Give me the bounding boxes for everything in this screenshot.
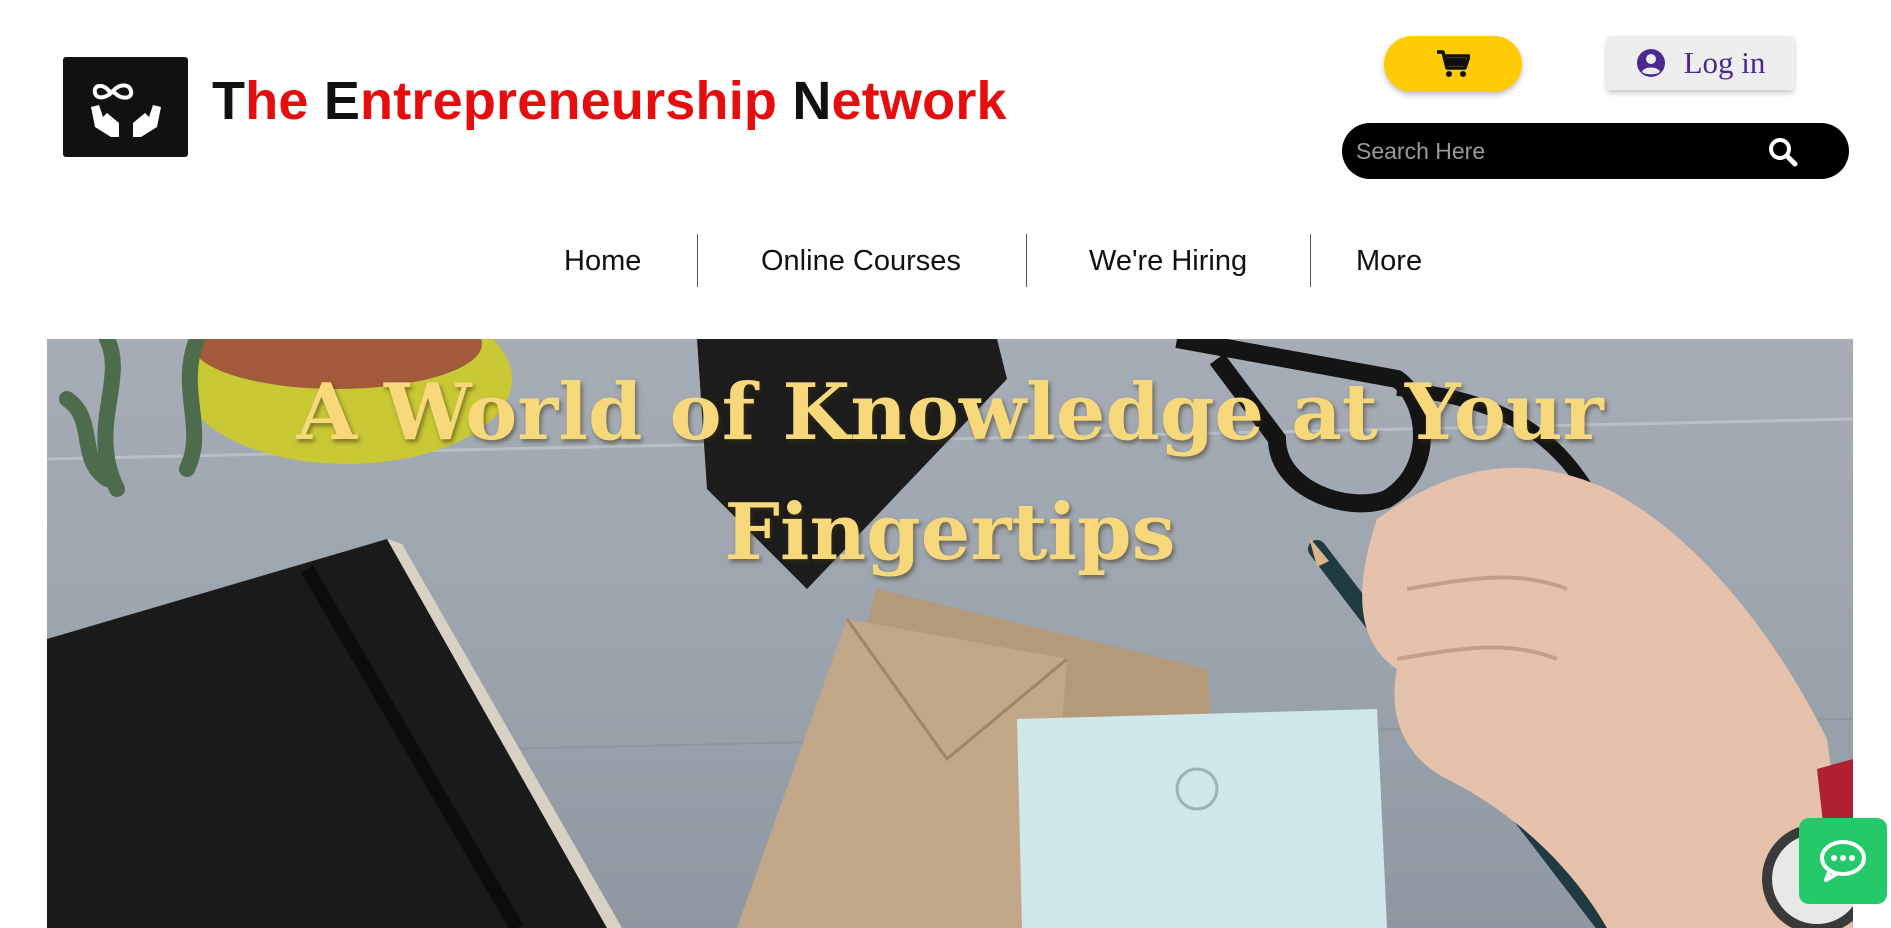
nav-item-more[interactable]: More [1356, 234, 1422, 288]
nav-item-hiring[interactable]: We're Hiring [1089, 234, 1247, 288]
user-circle-icon [1636, 49, 1665, 77]
search-button[interactable] [1766, 135, 1800, 169]
brand-segment: ntrepreneurship [360, 71, 793, 131]
brand-segment: E [323, 71, 361, 131]
search-input[interactable] [1356, 123, 1756, 179]
chat-bubble-icon [1820, 840, 1866, 882]
cart-icon [1437, 50, 1470, 77]
cart-button[interactable] [1384, 36, 1522, 92]
brand-segment: he [245, 71, 324, 131]
nav-divider [1026, 234, 1027, 287]
login-label: Log in [1683, 45, 1766, 80]
brand-segment: T [212, 71, 246, 131]
hero-title-line: A World of Knowledge at Your [296, 367, 1604, 458]
brand-segment: etwork [831, 71, 1007, 131]
brand-title: The Entrepreneurship Network [212, 70, 1007, 132]
hero-title-line: Fingertips [724, 487, 1176, 578]
login-button[interactable]: Log in [1607, 36, 1794, 90]
search-bar [1342, 123, 1849, 179]
search-icon [1769, 138, 1798, 167]
nav-item-online-courses[interactable]: Online Courses [761, 234, 961, 288]
brand-segment: N [792, 71, 832, 131]
nav-divider [1310, 234, 1311, 287]
chat-button[interactable] [1799, 818, 1887, 904]
hands-infinity-icon [91, 83, 161, 137]
nav-item-home[interactable]: Home [564, 234, 641, 288]
site-logo[interactable] [63, 57, 188, 157]
nav-divider [697, 234, 698, 287]
hero-title: A World of Knowledge at Your Fingertips [47, 353, 1853, 593]
hero-banner: A World of Knowledge at Your Fingertips [47, 339, 1853, 928]
